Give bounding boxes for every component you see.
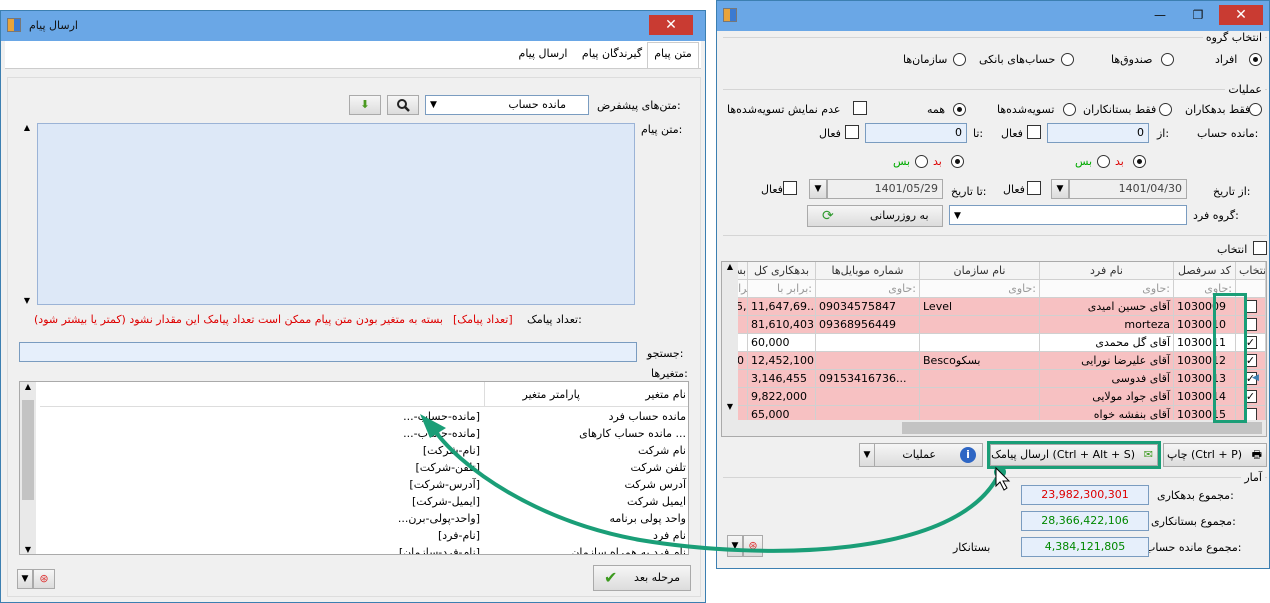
annotation-arrow [420, 414, 1011, 553]
